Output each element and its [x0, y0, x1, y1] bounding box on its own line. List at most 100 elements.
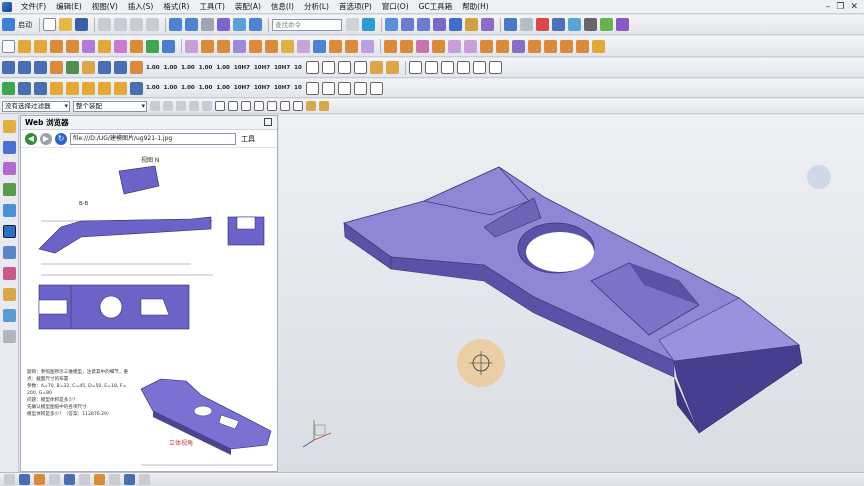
quick-extend-icon[interactable] — [337, 81, 351, 95]
pmi-dimension-1[interactable]: 1.00 — [146, 65, 160, 71]
copy-face-icon[interactable] — [560, 39, 573, 53]
rotate-icon[interactable] — [433, 18, 446, 31]
snap-center-icon[interactable] — [267, 101, 277, 111]
snap-settings-icon[interactable] — [150, 101, 160, 111]
snap-curve-icon[interactable] — [306, 101, 316, 111]
subtract-icon[interactable] — [201, 39, 214, 53]
snap-quadrant-icon[interactable] — [280, 101, 290, 111]
measure-distance-icon[interactable] — [82, 61, 95, 74]
menu-help[interactable]: 帮助(H) — [457, 1, 494, 12]
paste-icon[interactable] — [130, 18, 143, 31]
close-icon[interactable]: ✕ — [850, 2, 858, 12]
sketch-orient-icon[interactable] — [18, 81, 31, 95]
redo-icon[interactable] — [185, 18, 198, 31]
face-select-icon[interactable] — [202, 101, 212, 111]
derived-line-icon[interactable] — [369, 81, 383, 95]
center-mark-icon[interactable] — [353, 61, 367, 74]
pattern-face-icon[interactable] — [544, 39, 557, 53]
draft-icon[interactable] — [281, 39, 294, 53]
roles-icon[interactable] — [2, 309, 16, 322]
start-button[interactable]: 启动 — [18, 20, 32, 30]
status-icon-5[interactable] — [64, 474, 75, 485]
sketch-tolerance-4[interactable]: 10 — [294, 85, 302, 91]
datum-feature-icon[interactable] — [337, 61, 351, 74]
menu-insert[interactable]: 插入(S) — [123, 1, 159, 12]
search-icon[interactable] — [346, 18, 359, 31]
sketch-tolerance-1[interactable]: 10H7 — [234, 85, 250, 91]
command-search-input[interactable]: 查找命令 — [272, 18, 342, 31]
sphere-icon[interactable] — [98, 39, 111, 53]
switch-window-icon[interactable] — [249, 18, 262, 31]
menu-preferences[interactable]: 首选项(P) — [334, 1, 377, 12]
tool-plus-icon[interactable] — [592, 39, 605, 53]
measure-body-icon[interactable] — [98, 61, 111, 74]
edge-blend-icon[interactable] — [233, 39, 246, 53]
repeat-command-icon[interactable] — [201, 18, 214, 31]
move-face-icon[interactable] — [448, 39, 461, 53]
menu-file[interactable]: 文件(F) — [16, 1, 51, 12]
fillet-icon[interactable] — [98, 81, 111, 95]
sketch-dimension-3[interactable]: 1.00 — [181, 85, 195, 91]
pmi-tolerance-3[interactable]: 10H7 — [274, 65, 290, 71]
render-style-icon[interactable] — [465, 18, 478, 31]
selection-scope-select[interactable]: 整个装配 — [73, 100, 147, 112]
status-icon-1[interactable] — [4, 474, 15, 485]
pad-icon[interactable] — [162, 39, 175, 53]
panel-close-icon[interactable] — [264, 118, 272, 126]
project-curve-icon[interactable] — [472, 61, 486, 74]
menu-window[interactable]: 窗口(O) — [377, 1, 414, 12]
status-icon-6[interactable] — [79, 474, 90, 485]
menu-tools[interactable]: 工具(T) — [194, 1, 229, 12]
mirror-icon[interactable] — [345, 39, 358, 53]
pmi-dimension-3[interactable]: 1.00 — [181, 65, 195, 71]
chamfer-icon[interactable] — [249, 39, 262, 53]
perspective-icon[interactable] — [449, 18, 462, 31]
sketch-dimension-2[interactable]: 1.00 — [164, 85, 178, 91]
menu-edit[interactable]: 编辑(E) — [51, 1, 87, 12]
section-view-icon[interactable] — [552, 18, 565, 31]
surface-finish-icon[interactable] — [321, 61, 335, 74]
make-corner-icon[interactable] — [353, 81, 367, 95]
resize-face-icon[interactable] — [496, 39, 509, 53]
constraint-navigator-icon[interactable] — [2, 141, 16, 154]
model-view[interactable] — [279, 115, 864, 472]
assembly-navigator-icon[interactable] — [2, 120, 16, 133]
circle-icon[interactable] — [82, 81, 95, 95]
snap-point-icon[interactable] — [293, 101, 303, 111]
hide-icon[interactable] — [520, 18, 533, 31]
status-icon-2[interactable] — [19, 474, 30, 485]
thicken-icon[interactable] — [384, 39, 397, 53]
open-folder-icon[interactable] — [59, 18, 72, 31]
emboss-icon[interactable] — [416, 39, 429, 53]
mirror-curve-icon[interactable] — [305, 81, 319, 95]
block-icon[interactable] — [50, 39, 63, 53]
start-icon[interactable] — [2, 18, 15, 31]
status-icon-7[interactable] — [94, 474, 105, 485]
status-icon-4[interactable] — [49, 474, 60, 485]
trim-body-icon[interactable] — [297, 39, 310, 53]
layer-icon[interactable] — [536, 18, 549, 31]
split-body-icon[interactable] — [313, 39, 326, 53]
constrain-face-icon[interactable] — [528, 39, 541, 53]
finish-sketch-icon[interactable] — [2, 81, 15, 95]
pmi-tolerance-2[interactable]: 10H7 — [254, 65, 270, 71]
refresh-icon[interactable]: ↻ — [55, 132, 67, 145]
shell-icon[interactable] — [265, 39, 278, 53]
synchronous-icon[interactable] — [512, 39, 525, 53]
status-icon-3[interactable] — [34, 474, 45, 485]
measure-icon[interactable] — [66, 61, 79, 74]
touch-mode-icon[interactable] — [217, 18, 230, 31]
delete-face-icon[interactable] — [480, 39, 493, 53]
sketch-tolerance-3[interactable]: 10H7 — [274, 85, 290, 91]
cone-icon[interactable] — [82, 39, 95, 53]
cylinder-icon[interactable] — [66, 39, 79, 53]
paste-face-icon[interactable] — [576, 39, 589, 53]
fit-view-icon[interactable] — [504, 18, 517, 31]
reattach-icon[interactable] — [34, 81, 47, 95]
extrude-icon[interactable] — [18, 39, 31, 53]
process-studio-icon[interactable] — [2, 288, 16, 301]
pmi-tolerance-1[interactable]: 10H7 — [234, 65, 250, 71]
datum-plane-icon[interactable] — [34, 61, 47, 74]
snap-control-icon[interactable] — [241, 101, 251, 111]
menu-view[interactable]: 视图(V) — [87, 1, 123, 12]
